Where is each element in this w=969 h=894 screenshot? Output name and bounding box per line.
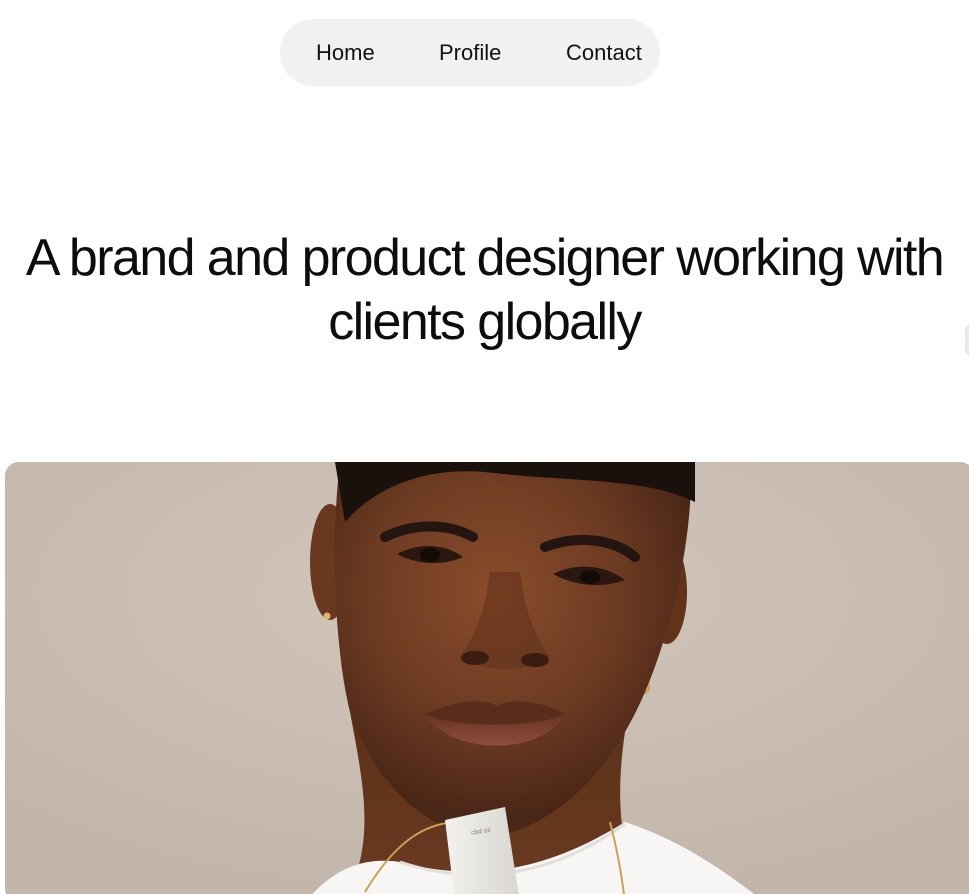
page: Home Profile Contact A brand and product…: [0, 0, 969, 894]
hero-image: cbd oil: [5, 462, 969, 894]
nav-link-home[interactable]: Home: [316, 41, 375, 65]
top-navigation: Home Profile Contact: [280, 19, 660, 86]
portrait-photo: cbd oil: [5, 462, 969, 894]
nav-link-profile[interactable]: Profile: [439, 41, 501, 65]
nav-link-contact[interactable]: Contact: [566, 41, 642, 65]
hero-headline: A brand and product designer working wit…: [25, 229, 945, 351]
edge-handle: [965, 324, 969, 356]
